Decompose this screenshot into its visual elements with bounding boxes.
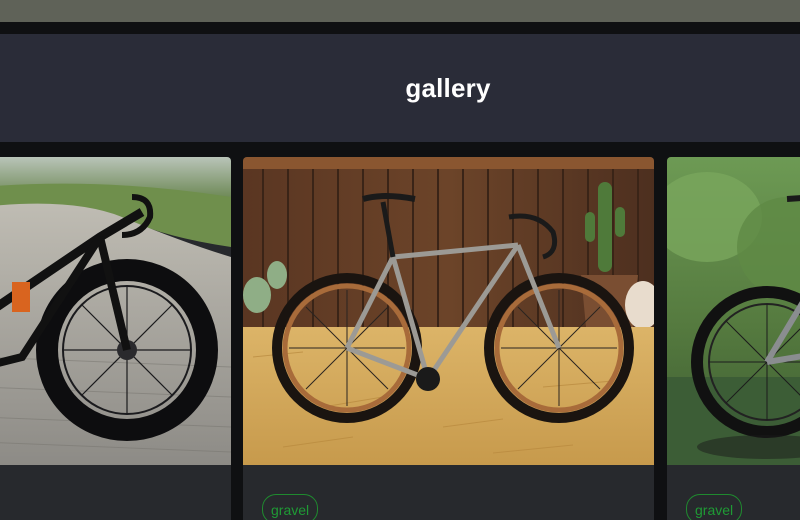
gallery-card[interactable]: gravel bbox=[667, 157, 800, 520]
category-tag[interactable]: gravel bbox=[686, 494, 743, 520]
top-strip bbox=[0, 0, 800, 22]
gravel-bike-photo[interactable] bbox=[243, 157, 654, 465]
road-bike-photo[interactable] bbox=[0, 157, 231, 465]
gallery-card[interactable] bbox=[0, 157, 231, 520]
category-tag[interactable]: gravel bbox=[262, 494, 319, 520]
page-title: gallery bbox=[405, 72, 491, 103]
gallery-card[interactable]: gravel bbox=[243, 157, 654, 520]
knight-wheel-bike-photo[interactable] bbox=[667, 157, 800, 465]
page-header: gallery bbox=[0, 34, 800, 142]
gallery-carousel[interactable]: gravel gravel bbox=[0, 157, 800, 520]
